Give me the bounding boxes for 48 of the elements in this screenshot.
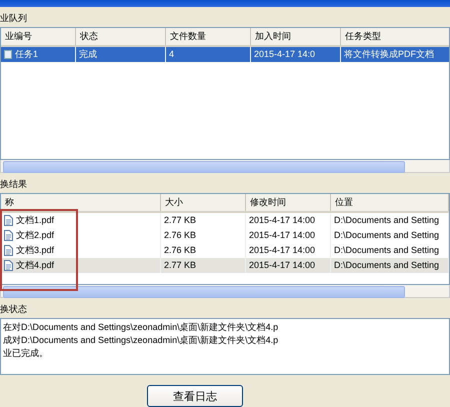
column-header[interactable]: 业编号 xyxy=(1,28,76,45)
table-cell: 4 xyxy=(169,49,174,60)
table-row[interactable]: 任务1 完成 4 2015-4-17 14:0 将文件转换成PDF文档 xyxy=(1,46,449,62)
table-cell: D:\Documents and Setting xyxy=(334,230,440,240)
file-icon xyxy=(4,230,13,241)
table-cell: 2015-4-17 14:00 xyxy=(249,260,316,270)
table-cell: 文档4.pdf xyxy=(16,258,54,272)
scrollbar-thumb[interactable] xyxy=(3,286,405,298)
file-icon xyxy=(4,244,13,256)
column-header[interactable]: 状态 xyxy=(76,28,166,45)
column-header[interactable]: 大小 xyxy=(161,194,246,211)
table-cell: 2.76 KB xyxy=(164,230,196,240)
table-cell: 2.77 KB xyxy=(164,260,196,270)
table-cell: 完成 xyxy=(79,48,97,61)
column-header[interactable]: 任务类型 xyxy=(341,28,449,45)
table-cell: 2.77 KB xyxy=(164,215,196,226)
table-cell: D:\Documents and Setting xyxy=(334,215,440,226)
table-row[interactable]: 文档2.pdf 2.76 KB 2015-4-17 14:00 D:\Documents and Setting xyxy=(1,228,449,243)
log-line: 业已完成。 xyxy=(3,346,49,360)
column-header[interactable]: 修改时间 xyxy=(246,194,331,211)
column-header[interactable]: 位置 xyxy=(331,194,449,211)
table-cell: 2.76 KB xyxy=(164,245,196,256)
table-row[interactable]: 文档4.pdf 2.77 KB 2015-4-17 14:00 D:\Documents and Setting xyxy=(1,258,449,273)
table-row[interactable]: 文档1.pdf 2.77 KB 2015-4-17 14:00 D:\Documents and Setting xyxy=(1,212,449,228)
table-cell: 2015-4-17 14:00 xyxy=(249,230,316,240)
column-header[interactable]: 加入时间 xyxy=(251,28,341,45)
table-cell: 2015-4-17 14:00 xyxy=(249,215,316,226)
group-title: 业队列 xyxy=(0,12,27,23)
table-cell: 文档1.pdf xyxy=(16,214,54,227)
column-header[interactable]: 文件数量 xyxy=(166,28,251,45)
log-line: 在对D:\Documents and Settings\zeonadmin\桌面\新建文件夹\文档4.p xyxy=(3,320,280,334)
file-icon xyxy=(4,214,13,226)
table-cell: 将文件转换成PDF文档 xyxy=(344,48,434,61)
log-line: 成对D:\Documents and Settings\zeonadmin\桌面\新建文件夹\文档4.p xyxy=(3,334,280,347)
table-cell: 2015-4-17 14:00 xyxy=(249,245,316,256)
column-header[interactable]: 称 xyxy=(1,194,161,211)
table-cell: D:\Documents and Setting xyxy=(334,260,440,270)
group-title: 换状态 xyxy=(0,304,27,314)
table-cell: 文档3.pdf xyxy=(16,244,54,257)
task-icon xyxy=(4,48,12,60)
table-cell: D:\Documents and Setting xyxy=(334,245,440,256)
group-title: 换结果 xyxy=(0,178,27,189)
view-log-button[interactable]: 查看日志 xyxy=(147,385,243,407)
table-cell: 2015-4-17 14:0 xyxy=(254,49,316,60)
scrollbar-thumb[interactable] xyxy=(3,160,405,173)
table-cell: 任务1 xyxy=(15,48,38,61)
table-cell: 文档2.pdf xyxy=(16,228,54,242)
file-icon xyxy=(4,260,13,271)
